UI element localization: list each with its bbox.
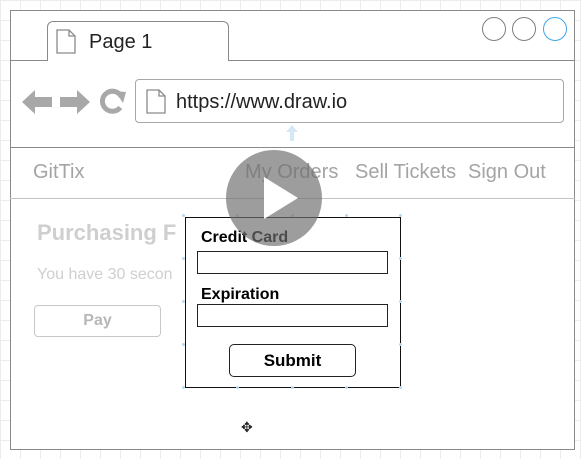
play-button[interactable]: [226, 150, 322, 246]
move-cursor-icon: ✥: [241, 419, 253, 435]
window-control-1[interactable]: [482, 17, 506, 41]
nav-link-sign-out[interactable]: Sign Out: [468, 161, 546, 184]
selection-handle[interactable]: [345, 386, 348, 389]
expiration-label: Expiration: [201, 286, 280, 303]
back-arrow-icon[interactable]: [21, 89, 53, 115]
address-bar[interactable]: https://www.draw.io: [135, 79, 564, 123]
pay-button[interactable]: Pay: [34, 305, 161, 337]
selection-handle[interactable]: [182, 257, 185, 260]
page-heading: Purchasing F: [37, 220, 177, 245]
selection-handle[interactable]: [399, 257, 402, 260]
forward-arrow-icon[interactable]: [59, 89, 91, 115]
document-icon: [56, 29, 76, 54]
tab-page-1[interactable]: Page 1: [47, 21, 229, 61]
nav-brand[interactable]: GitTix: [33, 161, 84, 184]
selection-handle[interactable]: [399, 343, 402, 346]
window-control-3[interactable]: [543, 17, 567, 41]
url-text: https://www.draw.io: [176, 91, 348, 113]
selection-handle[interactable]: [399, 386, 402, 389]
credit-card-input[interactable]: [197, 251, 388, 274]
selection-handle[interactable]: [236, 386, 239, 389]
toolbar-divider: [10, 147, 575, 148]
window-control-2[interactable]: [512, 17, 536, 41]
selection-handle[interactable]: [399, 214, 402, 217]
selection-handle[interactable]: [182, 386, 185, 389]
selection-handle[interactable]: [291, 386, 294, 389]
tab-label: Page 1: [89, 31, 153, 53]
selection-handle[interactable]: [345, 214, 348, 217]
document-icon: [146, 89, 166, 114]
selection-handle[interactable]: [182, 300, 185, 303]
selection-handle[interactable]: [399, 300, 402, 303]
submit-button[interactable]: Submit: [229, 344, 356, 377]
connection-arrow-icon[interactable]: [285, 124, 299, 142]
expiration-input[interactable]: [197, 304, 388, 327]
timer-text: You have 30 secon: [37, 266, 173, 283]
nav-link-sell-tickets[interactable]: Sell Tickets: [355, 161, 456, 184]
selection-handle[interactable]: [182, 214, 185, 217]
play-icon: [264, 177, 298, 219]
reload-icon[interactable]: [98, 87, 128, 117]
selection-handle[interactable]: [182, 343, 185, 346]
